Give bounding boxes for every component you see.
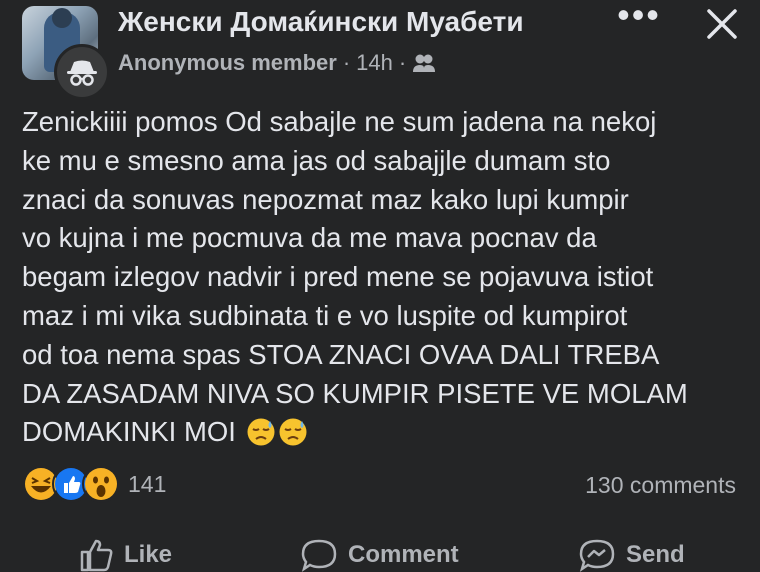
group-avatar-head [52,8,72,28]
like-button[interactable]: Like [78,538,172,572]
post-header: Женски Домаќински Муабети Anonymous memb… [0,0,760,100]
post-line-last: DOMAKINKI MOI [22,413,742,452]
post-line: DOMAKINKI MOI [22,416,236,448]
post-line: Zenickiiii pomos Od sabajle ne sum jaden… [22,106,657,137]
post-line: DA ZASADAM NIVA SO KUMPIR PISETE VE MOLA… [22,377,688,409]
wow-reaction-icon [82,465,120,503]
reaction-count: 141 [128,470,167,497]
comments-count[interactable]: 130 comments [585,472,736,499]
meta-separator: · [398,50,407,75]
post-time[interactable]: 14h [356,50,393,76]
post-line: znaci da sonuvas nepozmat maz kako lupi … [22,183,629,215]
anonymous-avatar[interactable] [54,44,110,100]
post-line: begam izlegov nadvir i pred mene se poja… [22,261,654,293]
like-icon [80,539,113,572]
messenger-send-icon [579,539,615,572]
like-label: Like [124,541,173,568]
post-line: maz i mi vika sudbinata ti e vo luspite … [22,299,628,331]
send-label: Send [626,541,685,568]
reactions-summary[interactable]: 141 [22,465,167,503]
post-line: vo kujna i me pocmuva da me mava pocnav … [22,222,597,254]
post-actions: Like Comment Send [0,530,760,572]
post-line: od toa nema spas STOA ZNACI OVAA DALI TR… [22,338,660,370]
close-icon[interactable] [700,2,744,46]
comment-icon [301,539,337,572]
send-button[interactable]: Send [578,538,685,572]
post-body: Zenickiiii pomos Od sabajle ne sum jaden… [22,103,742,452]
meta-separator: · [342,50,351,75]
downcast-face-with-sweat-icon [247,418,275,446]
group-privacy-icon [413,54,436,72]
comment-label: Comment [348,541,459,568]
author-name[interactable]: Anonymous member [118,50,337,76]
post-line: ke mu e smesno ama jas od sabajjle dumam… [22,144,611,176]
comment-button[interactable]: Comment [300,538,459,572]
more-options-icon[interactable]: ••• [614,0,664,34]
downcast-face-with-sweat-icon [279,418,307,446]
post-meta: Anonymous member · 14h · [118,50,436,76]
group-name[interactable]: Женски Домаќински Муабети [118,6,524,38]
anonymous-incognito-icon [67,60,97,86]
